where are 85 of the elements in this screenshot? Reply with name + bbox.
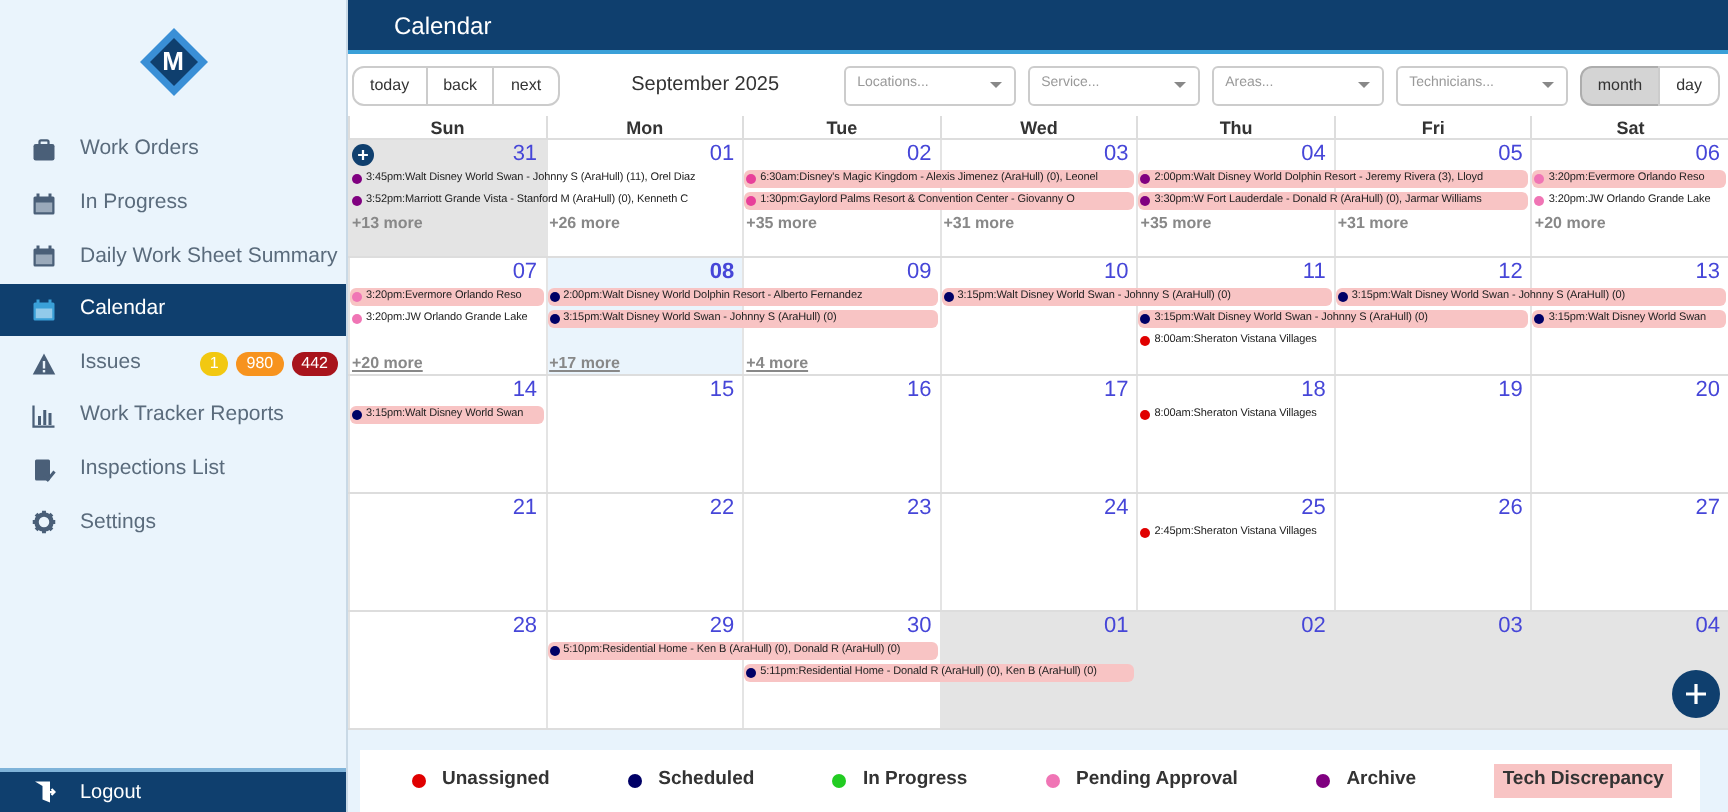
more-link[interactable]: +20 more [1530,212,1606,234]
nav-button[interactable]: back [425,65,495,105]
day-number[interactable]: 29 [709,612,743,640]
day-number[interactable]: 30 [906,612,940,640]
logout-button[interactable]: Logout [0,768,346,812]
calendar-icon [32,244,56,269]
day-number[interactable]: 13 [1695,258,1728,286]
more-link[interactable]: +31 more [939,212,1015,234]
day-number[interactable]: 15 [709,376,743,404]
plus-icon [1682,680,1710,708]
more-link[interactable]: +35 more [1136,212,1212,234]
day-number[interactable]: 01 [709,140,743,168]
day-number[interactable]: 27 [1695,494,1728,522]
sidebar-item[interactable]: Calendar [0,283,346,337]
day-number[interactable]: 16 [906,376,940,404]
day-number[interactable]: 07 [512,258,546,286]
day-number[interactable]: 04 [1301,140,1334,168]
day-number[interactable]: 02 [906,140,940,168]
month-title: September 2025 [631,72,780,100]
more-link[interactable]: +4 more [742,352,809,374]
more-link[interactable]: +20 more [348,352,423,374]
count-badge: 980 [236,351,284,376]
nav-button[interactable]: today [352,65,428,105]
weekday-header: Fri [1333,116,1531,140]
weekday-header: Wed [939,116,1137,140]
sidebar-item[interactable]: Issues 1 980 442 [0,336,346,390]
view-button[interactable]: month [1579,65,1661,105]
day-number[interactable]: 22 [709,494,743,522]
day-number[interactable]: 09 [906,258,940,286]
more-link[interactable]: +31 more [1333,212,1409,234]
day-number[interactable]: 06 [1695,140,1728,168]
sidebar-item[interactable]: Work Orders [0,124,346,178]
day-number[interactable]: 03 [1498,612,1531,640]
view-button[interactable]: day [1658,65,1720,105]
logo: M [137,26,209,98]
legend-label: Pending Approval [1075,766,1238,795]
legend-label: Tech Discrepancy [1494,764,1672,798]
count-badge: 1 [199,351,229,376]
day-number[interactable]: 31 [512,140,546,168]
calendar-icon [32,298,56,323]
settings-icon [32,510,56,535]
warning-icon [32,351,56,376]
legend-label: Archive [1346,766,1417,795]
count-badge: 442 [291,351,338,376]
day-number[interactable]: 24 [1104,494,1137,522]
sidebar-item[interactable]: Inspections List [0,443,346,497]
weekday-header: Tue [742,116,940,140]
legend-label: Scheduled [658,766,755,795]
day-number[interactable]: 18 [1301,376,1334,404]
legend-label: Unassigned [442,766,550,795]
day-number[interactable]: 03 [1104,140,1137,168]
sidebar-item[interactable]: In Progress [0,177,346,231]
page-title: Calendar [394,9,492,43]
day-number[interactable]: 21 [512,494,546,522]
legend-label: In Progress [862,766,968,795]
day-number[interactable]: 02 [1301,612,1334,640]
day-number[interactable]: 08 [709,258,743,286]
sidebar-item[interactable]: Settings [0,496,346,550]
bar-chart-icon [32,404,56,429]
more-link[interactable]: +35 more [742,212,817,234]
logout-icon [32,780,56,804]
day-number[interactable]: 04 [1695,612,1728,640]
weekday-header: Thu [1136,116,1334,140]
briefcase-icon [32,138,56,163]
day-number[interactable]: 10 [1104,258,1137,286]
day-number[interactable]: 25 [1301,494,1334,522]
day-number[interactable]: 23 [906,494,940,522]
day-number[interactable]: 11 [1302,258,1334,286]
sidebar-item[interactable]: Daily Work Sheet Summary [0,230,346,284]
day-number[interactable]: 12 [1498,258,1531,286]
sidebar-item[interactable]: Work Tracker Reports [0,389,346,444]
weekday-header: Sat [1530,116,1728,140]
calendar-icon [32,191,56,216]
day-number[interactable]: 19 [1498,376,1531,404]
day-number[interactable]: 14 [512,376,546,404]
day-number[interactable]: 05 [1498,140,1531,168]
nav-button[interactable]: next [492,65,560,105]
checklist-icon [32,457,56,482]
plus-icon [356,148,370,162]
day-number[interactable]: 17 [1104,376,1137,404]
day-number[interactable]: 28 [512,612,546,640]
day-number[interactable]: 20 [1695,376,1728,404]
day-number[interactable]: 26 [1498,494,1531,522]
day-number[interactable]: 01 [1104,612,1137,640]
more-link[interactable]: +26 more [545,212,620,234]
